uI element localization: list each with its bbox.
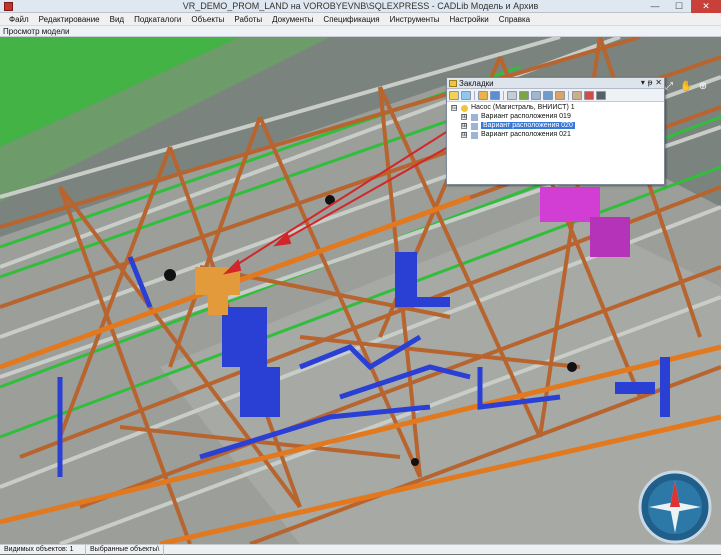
compass-navigator	[638, 470, 712, 544]
expand-icon[interactable]: ⊞	[461, 123, 467, 129]
tree-item-label: Вариант расположения 020	[481, 122, 575, 129]
close-button[interactable]: ✕	[691, 0, 721, 13]
status-bar: Видимых объектов: 1 Выбранные объекты\	[0, 544, 721, 555]
toolbar-divider	[503, 90, 504, 100]
model-view-title: Просмотр модели	[3, 27, 70, 36]
view-node-icon	[471, 114, 478, 121]
copy-icon[interactable]	[543, 90, 553, 100]
tree-root-label: Насос (Магистраль, ВНИИСТ) 1	[471, 104, 575, 111]
bookmarks-panel: Закладки ▾ ᵽ ✕ ⊟ Насос (Магистраль, ВНИИ…	[446, 77, 665, 185]
menu-works[interactable]: Работы	[229, 15, 267, 24]
grid-icon[interactable]	[531, 90, 541, 100]
collapse-icon[interactable]: ⊟	[451, 105, 457, 111]
add-icon[interactable]	[461, 90, 471, 100]
toolbar-divider	[568, 90, 569, 100]
menu-edit[interactable]: Редактирование	[34, 15, 105, 24]
menu-subcatalogs[interactable]: Подкаталоги	[129, 15, 186, 24]
maximize-button[interactable]: ☐	[667, 0, 691, 13]
folder-node-icon	[461, 105, 468, 112]
menu-bar: Файл Редактирование Вид Подкаталоги Объе…	[0, 13, 721, 26]
menu-specification[interactable]: Спецификация	[318, 15, 384, 24]
valve-marker	[164, 269, 176, 281]
window-title: VR_DEMO_PROM_LAND на VOROBYEVNB\SQLEXPRE…	[182, 1, 539, 11]
selected-objects-status: Выбранные объекты\	[86, 544, 165, 555]
pump-body-blue	[222, 307, 267, 367]
visible-objects-count: Видимых объектов: 1	[0, 544, 86, 555]
window-controls: — ☐ ✕	[643, 0, 721, 13]
bookmarks-controls: ▾ ᵽ ✕	[641, 78, 662, 87]
bookmarks-title: Закладки	[459, 79, 494, 88]
settings-icon[interactable]	[572, 90, 582, 100]
tree-item-label: Вариант расположения 019	[481, 113, 571, 120]
car-icon[interactable]	[596, 90, 606, 100]
bookmarks-toolbar	[447, 89, 664, 102]
menu-view[interactable]: Вид	[105, 15, 129, 24]
menu-objects[interactable]: Объекты	[186, 15, 229, 24]
menu-tools[interactable]: Инструменты	[385, 15, 445, 24]
zoom-icon[interactable]: ⊕	[697, 81, 709, 93]
model-view-caption: Просмотр модели	[0, 26, 721, 37]
expand-icon[interactable]: ⊞	[461, 132, 467, 138]
toolbar-divider	[474, 90, 475, 100]
camera-icon[interactable]	[519, 90, 529, 100]
new-bookmark-icon[interactable]	[449, 90, 459, 100]
tree-item-020[interactable]: ⊞ Вариант расположения 020	[447, 122, 664, 131]
filter-icon[interactable]	[584, 90, 594, 100]
tree-item-021[interactable]: ⊞ Вариант расположения 021	[447, 131, 664, 140]
pump-magenta	[540, 187, 600, 222]
bookmarks-header[interactable]: Закладки ▾ ᵽ ✕	[447, 78, 664, 89]
minimize-button[interactable]: —	[643, 0, 667, 13]
menu-file[interactable]: Файл	[4, 15, 34, 24]
folder-icon[interactable]	[478, 90, 488, 100]
menu-settings[interactable]: Настройки	[444, 15, 493, 24]
link-icon[interactable]	[507, 90, 517, 100]
close-icon[interactable]: ✕	[655, 78, 662, 87]
save-icon[interactable]	[490, 90, 500, 100]
expand-icon[interactable]: ⊞	[461, 114, 467, 120]
menu-help[interactable]: Справка	[494, 15, 535, 24]
tree-root[interactable]: ⊟ Насос (Магистраль, ВНИИСТ) 1	[447, 104, 664, 113]
tree-item-label: Вариант расположения 021	[481, 131, 571, 138]
view-node-icon	[471, 132, 478, 139]
view-node-icon	[471, 123, 478, 130]
menu-documents[interactable]: Документы	[267, 15, 318, 24]
autohide-icon[interactable]: ᵽ	[648, 78, 652, 87]
paste-icon[interactable]	[555, 90, 565, 100]
pin-icon[interactable]: ▾	[641, 78, 645, 87]
app-window: VR_DEMO_PROM_LAND на VOROBYEVNB\SQLEXPRE…	[0, 0, 721, 555]
tree-item-019[interactable]: ⊞ Вариант расположения 019	[447, 113, 664, 122]
hand-icon[interactable]: ✋	[680, 81, 692, 93]
bookmarks-icon	[449, 80, 457, 87]
bookmarks-tree: ⊟ Насос (Магистраль, ВНИИСТ) 1 ⊞ Вариант…	[447, 102, 664, 140]
title-bar[interactable]: VR_DEMO_PROM_LAND на VOROBYEVNB\SQLEXPRE…	[0, 0, 721, 13]
